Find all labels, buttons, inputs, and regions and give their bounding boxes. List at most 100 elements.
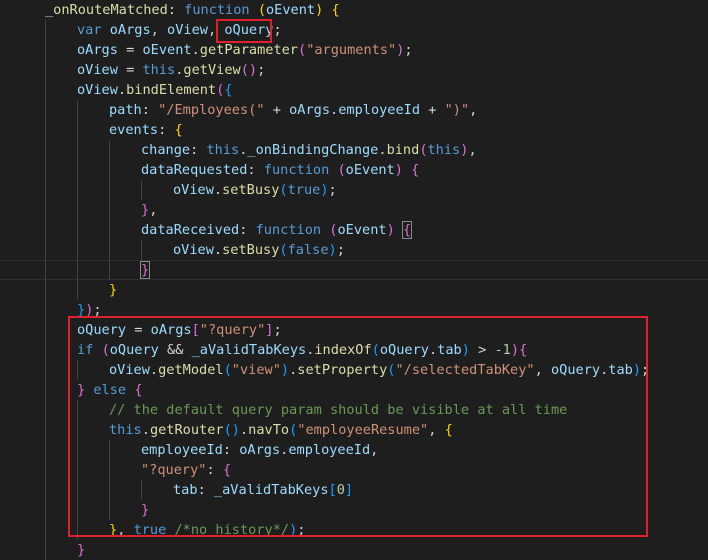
code-token: employeeId — [141, 442, 223, 458]
indent-guide — [109, 180, 110, 200]
line-separator — [0, 260, 708, 261]
indent-guide — [45, 540, 46, 560]
code-token: -1 — [494, 342, 511, 358]
indent-guide — [45, 180, 46, 200]
code-token: getRouter — [149, 422, 224, 438]
code-text: }); — [77, 300, 102, 320]
indent-guide — [109, 500, 110, 520]
code-line: }); — [0, 300, 708, 320]
indent-guide — [77, 120, 78, 140]
code-token: oView — [167, 22, 208, 38]
code-token: + — [420, 102, 445, 118]
indent-guide — [109, 220, 110, 240]
code-token: ) — [248, 62, 258, 78]
code-text: // the default query param should be vis… — [109, 400, 567, 420]
code-text: dataReceived: function (oEvent) { — [141, 220, 413, 240]
code-token: // the default query param should be vis… — [109, 402, 568, 418]
indent-guide — [109, 460, 110, 480]
code-line: } else { — [0, 380, 708, 400]
code-token: "employeeResume" — [297, 422, 429, 438]
code-token: { — [519, 342, 528, 358]
code-line: }, — [0, 200, 708, 220]
code-line: oQuery = oArgs["?query"]; — [0, 320, 708, 340]
code-token: } — [139, 261, 151, 279]
indent-guide — [77, 440, 78, 460]
code-token: . — [330, 102, 339, 118]
code-token: "arguments" — [306, 42, 397, 58]
indent-guide — [77, 240, 78, 260]
indent-guide — [77, 460, 78, 480]
code-token: var — [77, 22, 102, 38]
indent-guide — [45, 60, 46, 80]
code-token: bindElement — [126, 82, 217, 98]
code-token: ( — [257, 2, 266, 18]
code-token: this — [109, 422, 142, 438]
code-text: this.getRouter().navTo("employeeResume",… — [109, 420, 453, 440]
code-token: this — [427, 142, 461, 158]
code-token: ( — [298, 42, 307, 58]
code-text: "?query": { — [141, 460, 231, 480]
code-token: ; — [273, 22, 282, 38]
code-token: ) — [461, 342, 470, 358]
code-text: } else { — [77, 380, 143, 400]
code-token: : — [222, 442, 240, 458]
code-token: , — [207, 22, 225, 38]
code-token: "?query" — [199, 322, 266, 338]
indent-guide — [45, 440, 46, 460]
code-token: ; — [641, 362, 650, 378]
code-token: setProperty — [297, 362, 388, 378]
code-token: > — [469, 342, 495, 358]
code-token: true — [133, 522, 167, 538]
indent-guide — [45, 200, 46, 220]
code-token: } — [141, 502, 150, 518]
code-token: oView — [173, 242, 214, 258]
code-line: oArgs = oEvent.getParameter("arguments")… — [0, 40, 708, 60]
line-separator — [0, 279, 708, 280]
code-token: ) — [320, 182, 329, 198]
code-token: { — [224, 82, 233, 98]
code-text: oView.bindElement({ — [77, 80, 233, 100]
code-token: getView — [183, 62, 241, 78]
code-token: ) — [386, 222, 395, 238]
code-token: function — [184, 2, 250, 18]
indent-guide — [77, 140, 78, 160]
code-token: ( — [279, 242, 288, 258]
code-token: ")" — [444, 102, 470, 118]
code-token: : — [206, 462, 223, 478]
code-token: { — [134, 382, 143, 398]
code-token: ( — [223, 362, 232, 378]
code-token: "/Employees(" — [158, 102, 265, 118]
code-token: . — [213, 242, 223, 258]
code-token: events — [109, 122, 159, 138]
code-token: ; — [93, 302, 102, 318]
code-token: ) — [510, 342, 520, 358]
code-token: , — [150, 22, 168, 38]
code-token: this — [142, 62, 176, 78]
code-token: /*no history*/ — [174, 522, 290, 538]
code-token: ) — [328, 242, 337, 258]
code-line: dataRequested: function (oEvent) { — [0, 160, 708, 180]
code-token: oArgs — [289, 102, 331, 118]
indent-guide — [77, 260, 78, 280]
indent-guide — [141, 480, 142, 500]
code-token: if — [77, 342, 94, 358]
indent-guide — [77, 400, 78, 420]
code-text: } — [109, 280, 117, 300]
code-editor[interactable]: _onRouteMatched: function (oEvent) {var … — [0, 0, 708, 560]
code-token: ( — [337, 162, 346, 178]
code-line: } — [0, 260, 708, 280]
code-token: , — [117, 522, 134, 538]
code-token: _onBindingChange — [247, 142, 379, 158]
code-token: . — [117, 82, 127, 98]
indent-guide — [45, 240, 46, 260]
code-line: events: { — [0, 120, 708, 140]
code-token: oQuery — [77, 322, 127, 338]
code-token: oQuery — [109, 342, 159, 358]
code-token: } — [109, 282, 118, 298]
code-token: change — [141, 142, 191, 158]
code-line: } — [0, 280, 708, 300]
indent-guide — [45, 400, 46, 420]
code-token: . — [428, 342, 438, 358]
code-token: : — [190, 142, 207, 158]
